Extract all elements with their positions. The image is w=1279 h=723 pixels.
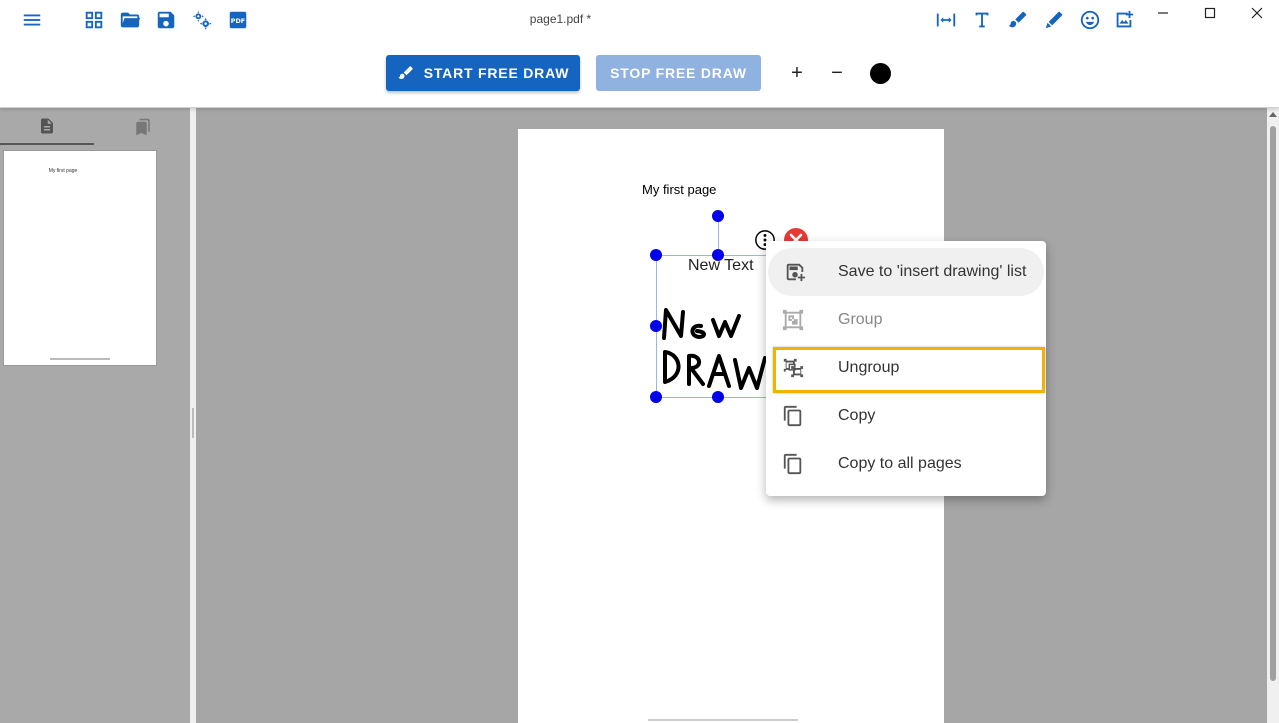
draw-icon[interactable] — [1004, 6, 1032, 34]
top-toolbar: PDF page1.pdf * — [0, 0, 1279, 40]
increase-size-button[interactable]: + — [786, 62, 808, 84]
fit-width-icon[interactable] — [932, 6, 960, 34]
stop-free-draw-button[interactable]: STOP FREE DRAW — [596, 55, 761, 91]
tab-bookmarks[interactable] — [96, 108, 190, 145]
sidebar: My first page — [0, 108, 190, 723]
pages-icon — [41, 118, 53, 133]
text-icon[interactable] — [968, 6, 996, 34]
close-window-button[interactable] — [1242, 4, 1272, 22]
highlight-box — [773, 347, 1045, 393]
context-menu: Save to 'insert drawing' list Group Ungr… — [766, 241, 1046, 496]
menu-item-copy[interactable]: Copy — [766, 392, 1046, 440]
resize-handle-top-left[interactable] — [650, 249, 662, 261]
minimize-button[interactable] — [1148, 4, 1178, 22]
bookmarks-icon — [136, 118, 150, 135]
scroll-up-arrow[interactable] — [1269, 112, 1277, 117]
stop-free-draw-label: STOP FREE DRAW — [610, 65, 747, 81]
pen-color-swatch[interactable] — [870, 63, 891, 84]
document-workspace: My first page New Text — [196, 108, 1267, 723]
thumbnail-footer — [50, 358, 110, 360]
menu-item-group[interactable]: Group — [766, 296, 1046, 344]
highlight-icon[interactable] — [1040, 6, 1068, 34]
copy-all-icon — [782, 453, 804, 475]
selected-text-object[interactable]: New Text — [688, 257, 754, 275]
tab-pages[interactable] — [0, 108, 94, 145]
decrease-size-button[interactable]: − — [826, 62, 848, 84]
menu-item-label: Copy — [838, 407, 876, 424]
rotate-handle[interactable] — [712, 210, 724, 222]
vertical-scrollbar[interactable] — [1267, 108, 1279, 723]
scrollbar-thumb[interactable] — [1270, 126, 1276, 681]
sidebar-tabs — [0, 108, 190, 146]
app-window: PDF page1.pdf * START FREE DRAW STOP FRE… — [0, 0, 1279, 723]
group-icon — [782, 309, 804, 331]
start-free-draw-label: START FREE DRAW — [423, 65, 570, 81]
page-title: My first page — [642, 182, 717, 197]
freehand-drawing[interactable] — [661, 304, 771, 394]
page-thumbnail[interactable]: My first page — [3, 150, 157, 366]
emoji-icon[interactable] — [1076, 6, 1104, 34]
splitter-grip[interactable] — [192, 408, 194, 438]
copy-icon — [782, 405, 804, 427]
page-footer-text — [648, 719, 798, 721]
save-drawing-icon — [784, 261, 806, 283]
add-image-icon[interactable] — [1110, 6, 1138, 34]
brush-icon — [398, 66, 413, 79]
menu-item-label: Group — [838, 311, 883, 328]
maximize-button[interactable] — [1195, 4, 1225, 22]
start-free-draw-button[interactable]: START FREE DRAW — [386, 55, 580, 91]
menu-item-label: Save to 'insert drawing' list — [838, 263, 1027, 280]
menu-item-copy-to-all-pages[interactable]: Copy to all pages — [766, 440, 1046, 488]
menu-item-label: Copy to all pages — [838, 455, 962, 472]
thumbnail-title: My first page — [48, 168, 78, 174]
free-draw-toolbar: START FREE DRAW STOP FREE DRAW + − — [0, 40, 1279, 108]
menu-item-save-to-list[interactable]: Save to 'insert drawing' list — [768, 248, 1044, 296]
